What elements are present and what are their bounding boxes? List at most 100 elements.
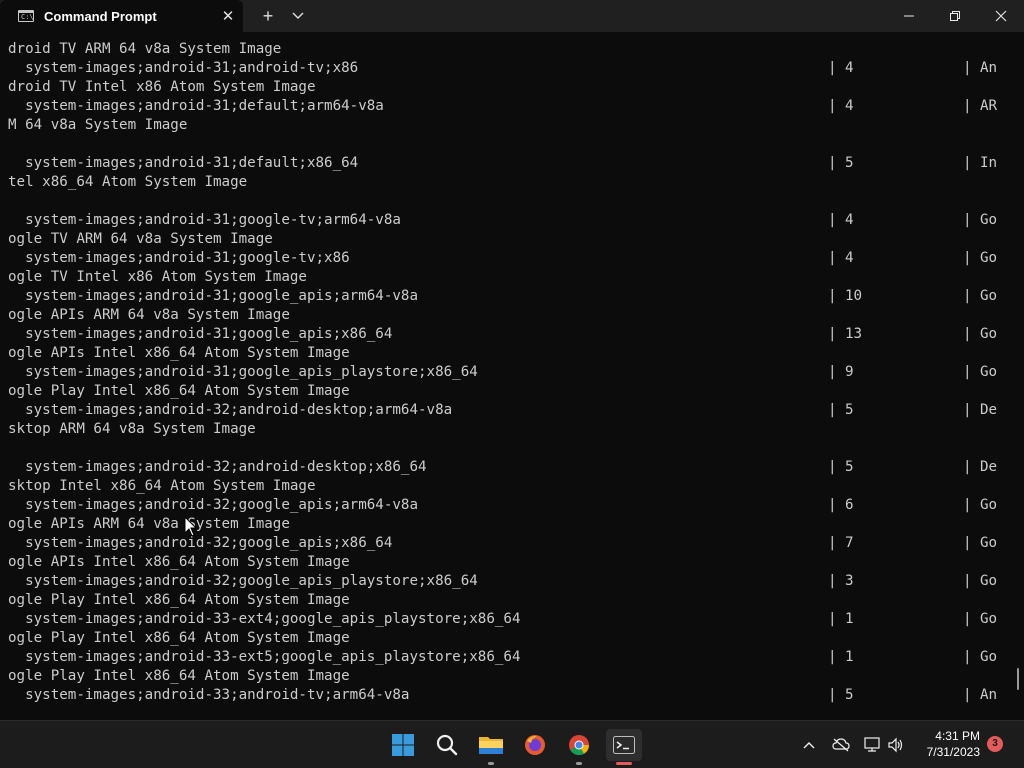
onedrive-offline-icon[interactable] [830, 721, 852, 768]
windows-start-icon[interactable] [387, 729, 419, 761]
description-cell: Go [980, 326, 998, 342]
terminal-line: ogle TV Intel x86 Atom System Image [8, 269, 307, 285]
column-separator: | [828, 649, 837, 665]
command-prompt-icon: C:\ [18, 10, 34, 22]
column-separator: | [963, 611, 972, 627]
terminal-line: system-images;android-32;android-desktop… [8, 402, 453, 418]
tab-dropdown-button[interactable] [283, 9, 313, 23]
network-icon[interactable] [861, 721, 883, 768]
column-separator: | [828, 364, 837, 380]
description-cell: AR [980, 98, 998, 114]
description-cell: An [980, 60, 998, 76]
description-cell: Go [980, 535, 998, 551]
column-separator: | [828, 98, 837, 114]
column-separator: | [828, 459, 837, 475]
file-explorer-icon[interactable] [475, 729, 507, 765]
close-icon [995, 10, 1007, 22]
terminal-icon[interactable] [606, 729, 642, 765]
new-tab-button[interactable]: + [253, 6, 283, 27]
clock-date: 7/31/2023 [926, 745, 980, 759]
terminal-line: sktop Intel x86_64 Atom System Image [8, 478, 316, 494]
column-separator: | [963, 649, 972, 665]
chrome-icon[interactable] [563, 729, 595, 765]
description-cell: Go [980, 250, 998, 266]
terminal-line: system-images;android-31;google_apis;x86… [8, 326, 393, 342]
terminal-line: system-images;android-31;default;arm64-v… [8, 98, 384, 114]
taskbar: 4:31 PM 7/31/2023 [0, 720, 1024, 768]
column-separator: | [828, 212, 837, 228]
search-icon[interactable] [431, 729, 463, 761]
version-cell: 1 [845, 649, 854, 665]
terminal-line: tel x86_64 Atom System Image [8, 174, 248, 190]
clock[interactable]: 4:31 PM 7/31/2023 [910, 728, 980, 760]
column-separator: | [828, 60, 837, 76]
description-cell: De [980, 402, 998, 418]
column-separator: | [963, 573, 972, 589]
volume-icon[interactable] [885, 721, 907, 768]
description-cell: Go [980, 364, 998, 380]
close-tab-icon[interactable]: ✕ [213, 7, 243, 25]
terminal-line: ogle APIs ARM 64 v8a System Image [8, 307, 290, 323]
description-cell: Go [980, 573, 998, 589]
version-cell: 4 [845, 250, 854, 266]
description-cell: In [980, 155, 998, 171]
running-indicator [488, 762, 494, 765]
column-separator: | [963, 60, 972, 76]
minimize-button[interactable] [886, 0, 932, 32]
active-indicator [616, 762, 632, 765]
terminal-line: system-images;android-31;google_apis;arm… [8, 288, 418, 304]
maximize-button[interactable] [932, 0, 978, 32]
terminal-line: ogle TV ARM 64 v8a System Image [8, 231, 273, 247]
firefox-icon[interactable] [519, 729, 551, 761]
terminal-line: system-images;android-32;google_apis;x86… [8, 535, 393, 551]
terminal-line: droid TV Intel x86 Atom System Image [8, 79, 316, 95]
description-cell: Go [980, 611, 998, 627]
column-separator: | [828, 402, 837, 418]
terminal-line: droid TV ARM 64 v8a System Image [8, 41, 282, 57]
version-cell: 5 [845, 459, 854, 475]
column-separator: | [828, 497, 837, 513]
version-cell: 4 [845, 212, 854, 228]
tab-command-prompt[interactable]: C:\ Command Prompt ✕ [0, 0, 243, 32]
column-separator: | [963, 402, 972, 418]
show-hidden-icons-button[interactable] [798, 721, 820, 768]
clock-time: 4:31 PM [935, 729, 980, 743]
chevron-down-icon [292, 12, 304, 19]
column-separator: | [963, 687, 972, 703]
column-separator: | [828, 535, 837, 551]
version-cell: 13 [845, 326, 863, 342]
column-separator: | [963, 535, 972, 551]
terminal-line: system-images;android-31;google-tv;arm64… [8, 212, 401, 228]
terminal-line: system-images;android-32;google_apis_pla… [8, 573, 478, 589]
description-cell: Go [980, 288, 998, 304]
description-cell: An [980, 687, 998, 703]
terminal-line: system-images;android-33-ext5;google_api… [8, 649, 521, 665]
terminal-line: ogle APIs ARM 64 v8a System Image [8, 516, 290, 532]
version-cell: 5 [845, 687, 854, 703]
terminal-line: ogle Play Intel x86_64 Atom System Image [8, 630, 350, 646]
column-separator: | [963, 459, 972, 475]
column-separator: | [963, 212, 972, 228]
terminal-line: system-images;android-31;google-tv;x86 [8, 250, 350, 266]
description-cell: Go [980, 212, 998, 228]
notification-badge[interactable]: 3 [987, 736, 1003, 752]
version-cell: 4 [845, 60, 854, 76]
terminal-line: system-images;android-32;android-desktop… [8, 459, 427, 475]
terminal-line: system-images;android-31;default;x86_64 [8, 155, 359, 171]
close-window-button[interactable] [978, 0, 1024, 32]
title-bar: C:\ Command Prompt ✕ + [0, 0, 1024, 32]
scrollbar-thumb[interactable] [1017, 668, 1019, 690]
version-cell: 4 [845, 98, 854, 114]
restore-icon [950, 11, 960, 21]
terminal-line: ogle APIs Intel x86_64 Atom System Image [8, 345, 350, 361]
column-separator: | [828, 611, 837, 627]
running-indicator [576, 762, 582, 765]
terminal-line: M 64 v8a System Image [8, 117, 188, 133]
column-separator: | [828, 326, 837, 342]
column-separator: | [828, 687, 837, 703]
minimize-icon [904, 15, 914, 17]
terminal-line: system-images;android-31;android-tv;x86 [8, 60, 359, 76]
column-separator: | [963, 364, 972, 380]
terminal-output[interactable]: droid TV ARM 64 v8a System Image system-… [0, 32, 1024, 720]
column-separator: | [828, 573, 837, 589]
